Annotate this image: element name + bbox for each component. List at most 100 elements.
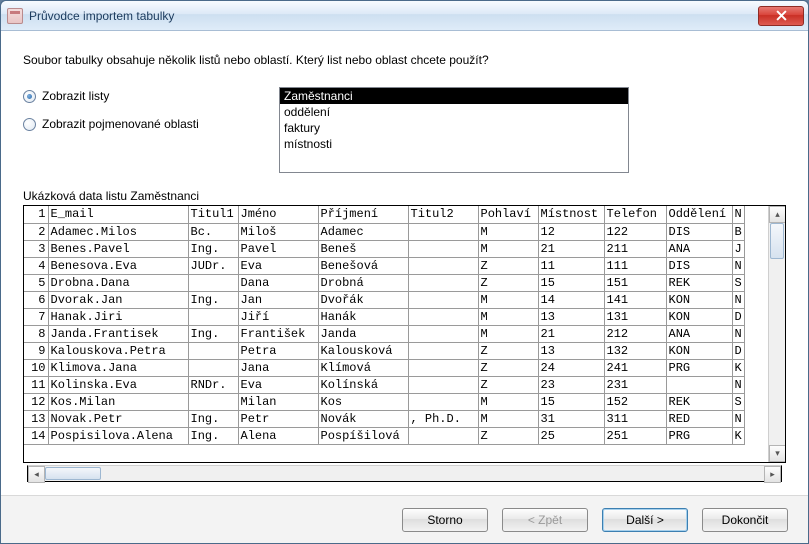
row-number: 14 xyxy=(24,427,48,444)
wizard-footer: Storno < Zpět Další > Dokončit xyxy=(1,495,808,543)
cell: Kos xyxy=(318,393,408,410)
table-row[interactable]: 2Adamec.MilosBc.MilošAdamecM12122DISB xyxy=(24,223,744,240)
radio-icon xyxy=(23,90,36,103)
scroll-thumb[interactable] xyxy=(770,223,784,259)
cell: Drobna.Dana xyxy=(48,274,188,291)
cell: Milan xyxy=(238,393,318,410)
table-row[interactable]: 6Dvorak.JanIng.JanDvořákM14141KONN xyxy=(24,291,744,308)
table-row[interactable]: 9Kalouskova.PetraPetraKalouskováZ13132KO… xyxy=(24,342,744,359)
cell: Benešová xyxy=(318,257,408,274)
finish-button[interactable]: Dokončit xyxy=(702,508,788,532)
table-row[interactable]: 12Kos.MilanMilanKosM15152REKS xyxy=(24,393,744,410)
cell: Ing. xyxy=(188,325,238,342)
scroll-track[interactable] xyxy=(769,223,785,445)
vertical-scrollbar[interactable]: ▴ ▾ xyxy=(768,206,785,462)
cell: M xyxy=(478,393,538,410)
list-item[interactable]: Zaměstnanci xyxy=(280,88,628,104)
cell: Bc. xyxy=(188,223,238,240)
table-row[interactable]: 3Benes.PavelIng.PavelBenešM21211ANAJ xyxy=(24,240,744,257)
cell: Telefon xyxy=(604,206,666,223)
cell: 141 xyxy=(604,291,666,308)
preview-label: Ukázková data listu Zaměstnanci xyxy=(23,189,786,203)
cancel-button[interactable]: Storno xyxy=(402,508,488,532)
table-row[interactable]: 14Pospisilova.AlenaIng.AlenaPospíšilováZ… xyxy=(24,427,744,444)
cell: Klímová xyxy=(318,359,408,376)
cell: Titul2 xyxy=(408,206,478,223)
cell: Adamec xyxy=(318,223,408,240)
cell: Jiří xyxy=(238,308,318,325)
table-row[interactable]: 4Benesova.EvaJUDr.EvaBenešováZ11111DISN xyxy=(24,257,744,274)
cell: Hanak.Jiri xyxy=(48,308,188,325)
cell xyxy=(408,274,478,291)
cell: Eva xyxy=(238,257,318,274)
row-number: 11 xyxy=(24,376,48,393)
row-number: 10 xyxy=(24,359,48,376)
cell: Oddělení xyxy=(666,206,732,223)
cell: Novak.Petr xyxy=(48,410,188,427)
table-row[interactable]: 11Kolinska.EvaRNDr.EvaKolínskáZ23231N xyxy=(24,376,744,393)
scroll-down-icon[interactable]: ▾ xyxy=(769,445,786,462)
radio-show-sheets[interactable]: Zobrazit listy xyxy=(23,89,233,103)
cell: 14 xyxy=(538,291,604,308)
cell: František xyxy=(238,325,318,342)
titlebar[interactable]: Průvodce importem tabulky xyxy=(1,1,808,31)
cell: Jméno xyxy=(238,206,318,223)
row-number: 2 xyxy=(24,223,48,240)
sheet-listbox[interactable]: Zaměstnanci oddělení faktury místnosti xyxy=(279,87,629,173)
cell: Z xyxy=(478,342,538,359)
list-item[interactable]: místnosti xyxy=(280,136,628,152)
cell: KON xyxy=(666,342,732,359)
cell: Dvorak.Jan xyxy=(48,291,188,308)
cell: PRG xyxy=(666,359,732,376)
cell: N xyxy=(732,291,744,308)
scroll-left-icon[interactable]: ◂ xyxy=(28,466,45,483)
cell: 111 xyxy=(604,257,666,274)
radio-group: Zobrazit listy Zobrazit pojmenované obla… xyxy=(23,87,233,131)
cell: N xyxy=(732,257,744,274)
cell: Benes.Pavel xyxy=(48,240,188,257)
cell: M xyxy=(478,240,538,257)
cell: 15 xyxy=(538,393,604,410)
row-number: 5 xyxy=(24,274,48,291)
window-title: Průvodce importem tabulky xyxy=(29,9,758,23)
cell: 241 xyxy=(604,359,666,376)
scroll-thumb[interactable] xyxy=(45,467,101,480)
data-table[interactable]: 1E_mailTitul1JménoPříjmeníTitul2PohlavíM… xyxy=(24,206,745,445)
cell: 31 xyxy=(538,410,604,427)
preview-grid: 1E_mailTitul1JménoPříjmeníTitul2PohlavíM… xyxy=(23,205,786,463)
radio-show-named-ranges[interactable]: Zobrazit pojmenované oblasti xyxy=(23,117,233,131)
scroll-up-icon[interactable]: ▴ xyxy=(769,206,786,223)
cell: 131 xyxy=(604,308,666,325)
cell: Petra xyxy=(238,342,318,359)
table-row[interactable]: 1E_mailTitul1JménoPříjmeníTitul2PohlavíM… xyxy=(24,206,744,223)
scroll-right-icon[interactable]: ▸ xyxy=(764,466,781,483)
cell: M xyxy=(478,291,538,308)
cell: M xyxy=(478,223,538,240)
cell xyxy=(188,393,238,410)
row-number: 4 xyxy=(24,257,48,274)
cell: Janda xyxy=(318,325,408,342)
scroll-track[interactable] xyxy=(45,466,764,481)
cell: 132 xyxy=(604,342,666,359)
table-row[interactable]: 7Hanak.JiriJiříHanákM13131KOND xyxy=(24,308,744,325)
cell xyxy=(188,274,238,291)
cell: 13 xyxy=(538,342,604,359)
list-item[interactable]: oddělení xyxy=(280,104,628,120)
table-row[interactable]: 5Drobna.DanaDanaDrobnáZ15151REKS xyxy=(24,274,744,291)
list-item[interactable]: faktury xyxy=(280,120,628,136)
cell: S xyxy=(732,393,744,410)
row-number: 1 xyxy=(24,206,48,223)
cell xyxy=(408,393,478,410)
next-button[interactable]: Další > xyxy=(602,508,688,532)
table-row[interactable]: 8Janda.FrantisekIng.FrantišekJandaM21212… xyxy=(24,325,744,342)
cell xyxy=(408,291,478,308)
row-number: 3 xyxy=(24,240,48,257)
back-button[interactable]: < Zpět xyxy=(502,508,588,532)
cell: K xyxy=(732,359,744,376)
horizontal-scrollbar[interactable]: ◂ ▸ xyxy=(27,465,782,482)
table-row[interactable]: 13Novak.PetrIng.PetrNovák, Ph.D.M31311RE… xyxy=(24,410,744,427)
close-button[interactable] xyxy=(758,6,804,26)
cell: D xyxy=(732,342,744,359)
row-number: 9 xyxy=(24,342,48,359)
table-row[interactable]: 10Klimova.JanaJanaKlímováZ24241PRGK xyxy=(24,359,744,376)
